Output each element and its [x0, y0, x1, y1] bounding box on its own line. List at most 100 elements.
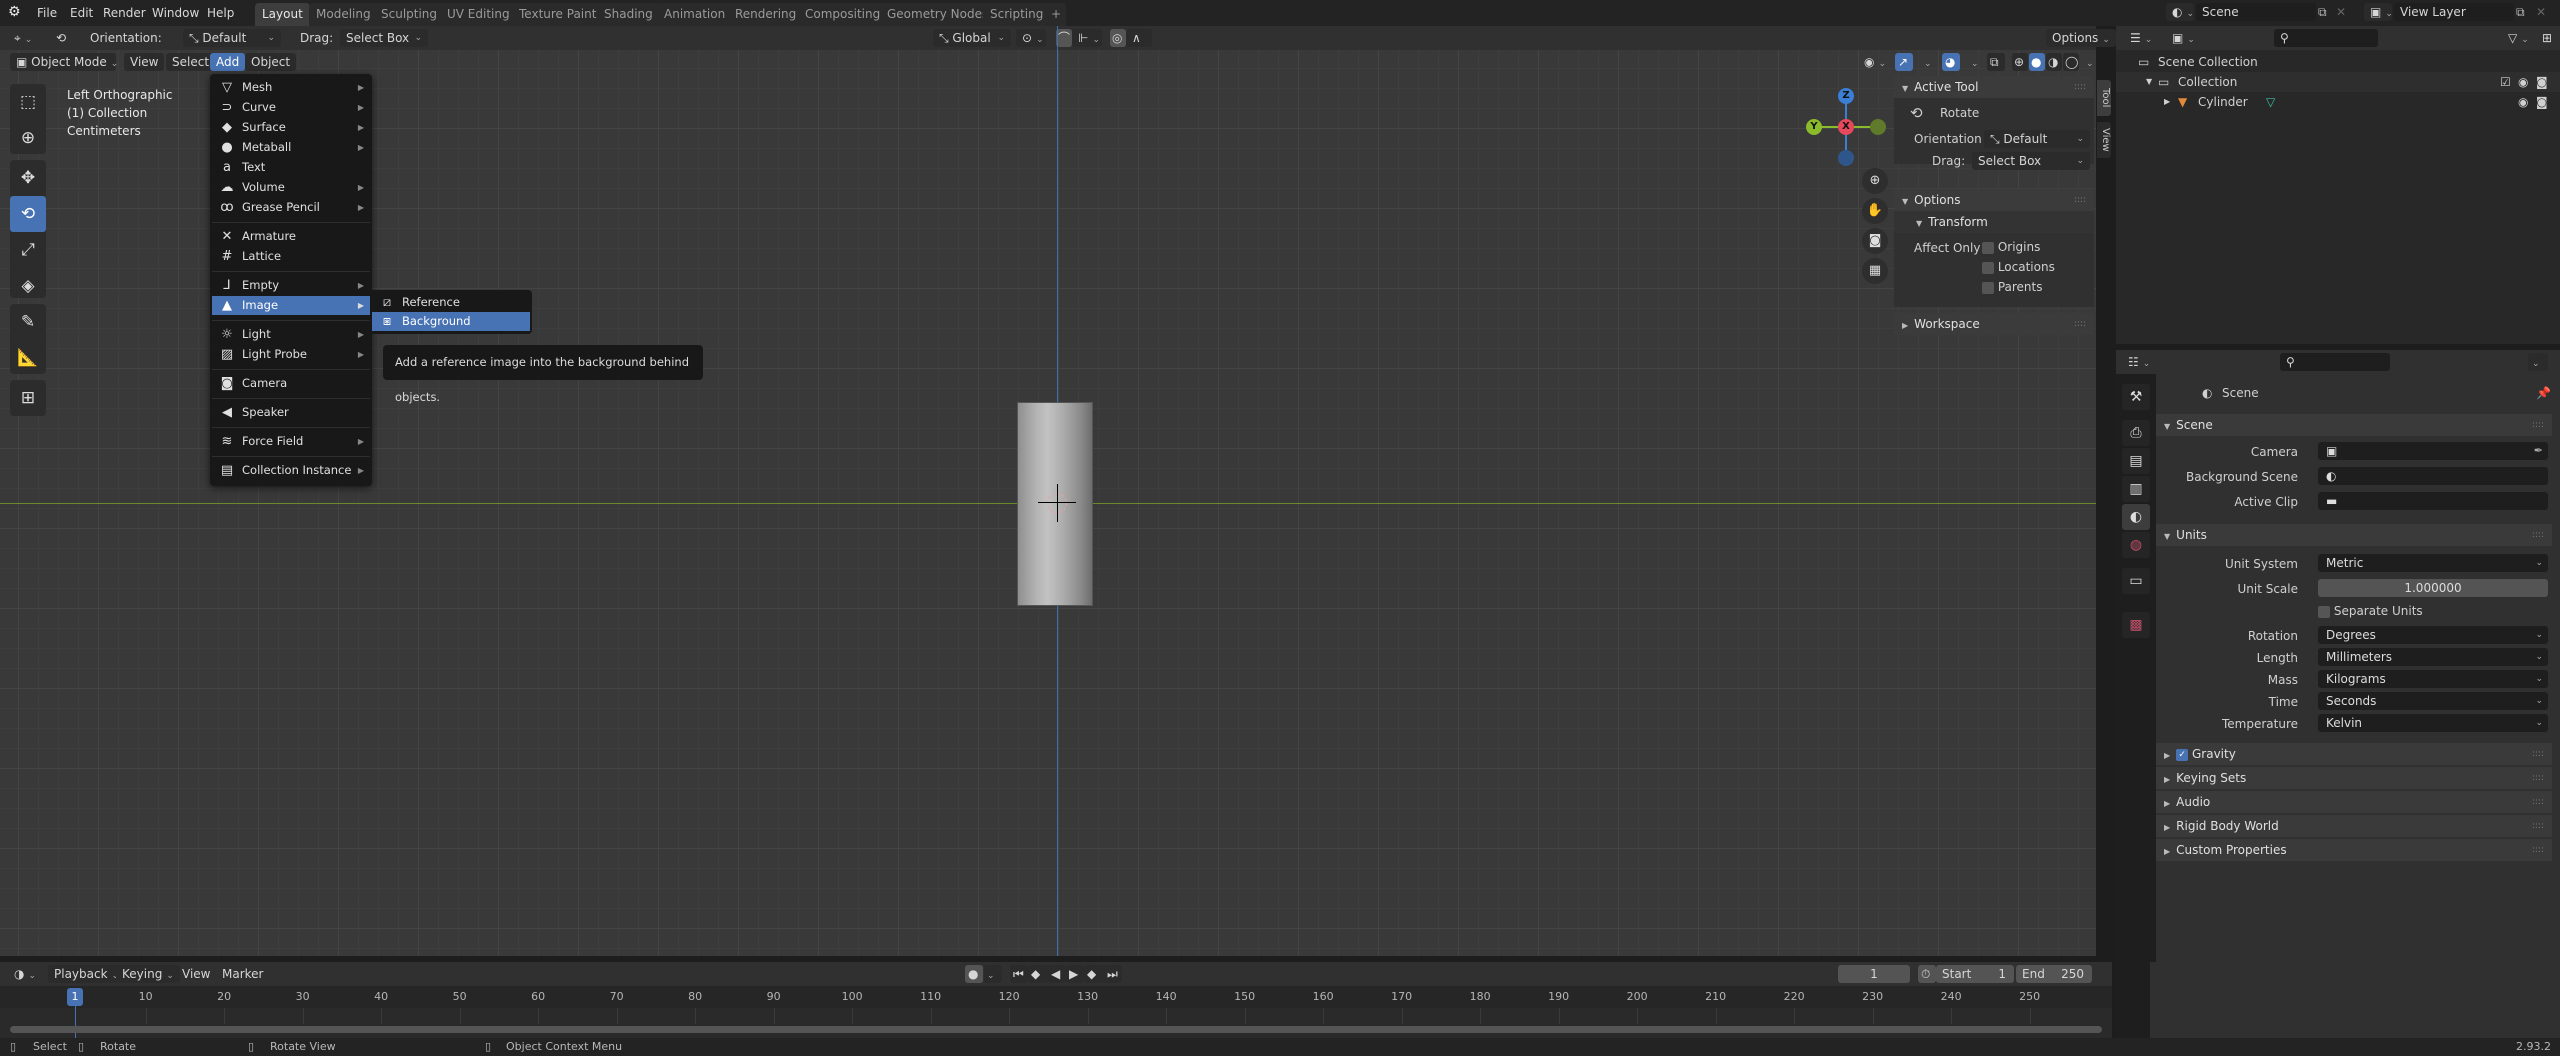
xray-toggle-icon[interactable]: ⧉	[1987, 53, 2005, 71]
outliner-collection[interactable]: ▼ ▭ Collection ☑ ◉ ◙	[2116, 72, 2560, 92]
view-layer-name-field[interactable]: View Layer	[2394, 3, 2514, 21]
playhead[interactable]: 1	[67, 988, 83, 1006]
menu-help[interactable]: Help	[203, 4, 238, 22]
viewport-menu-object[interactable]: Object	[245, 53, 297, 71]
expand-collection-icon[interactable]: ▼	[2146, 72, 2152, 92]
workspace-header[interactable]: ▶ Workspace::::	[1894, 313, 2094, 335]
gizmo-neg-z-axis[interactable]	[1838, 150, 1854, 166]
pin-icon[interactable]: 📌	[2536, 386, 2551, 400]
menu-file[interactable]: File	[33, 4, 61, 22]
cursor-icon[interactable]: ⊕	[10, 120, 46, 156]
tab-modeling[interactable]: Modeling	[309, 3, 378, 26]
viewport-menu-view[interactable]: View	[124, 53, 165, 71]
audio-section-header[interactable]: ▶ Audio::::	[2156, 791, 2552, 813]
options-dropdown[interactable]: Options ⌄	[2046, 29, 2116, 47]
prev-keyframe-icon[interactable]: ◆	[1028, 965, 1048, 983]
add-menu-camera[interactable]: ◙ Camera	[212, 374, 370, 393]
select-box-icon[interactable]: ⬚	[10, 84, 46, 120]
menu-edit[interactable]: Edit	[66, 4, 97, 22]
exclude-checkbox-icon[interactable]: ☑	[2500, 72, 2511, 92]
menu-render[interactable]: Render	[99, 4, 150, 22]
gizmo-toggle-icon[interactable]: ↗	[1895, 53, 1913, 71]
world-properties-tab-icon[interactable]: ◍	[2122, 532, 2150, 558]
tab-layout[interactable]: Layout	[255, 3, 310, 26]
transform-icon[interactable]: ◈	[10, 268, 46, 304]
timeline-view-menu[interactable]: View	[176, 965, 216, 983]
add-menu-surface[interactable]: ◆ Surface ▶	[212, 118, 370, 137]
current-frame-field[interactable]: 1	[1838, 965, 1910, 983]
add-menu-volume[interactable]: ☁ Volume ▶	[212, 178, 370, 197]
falloff-icon[interactable]: ∧	[1126, 29, 1152, 47]
tab-scripting[interactable]: Scripting	[983, 3, 1051, 26]
play-reverse-icon[interactable]: ◀	[1048, 965, 1066, 983]
overlay-dropdown-icon[interactable]: ⌄	[1961, 53, 1985, 71]
custom-properties-section-header[interactable]: ▶ Custom Properties::::	[2156, 839, 2552, 861]
wireframe-shading-icon[interactable]: ⊕	[2012, 53, 2028, 71]
add-menu-curve[interactable]: ⊃ Curve ▶	[212, 98, 370, 117]
add-cube-icon[interactable]: ⊞	[10, 380, 46, 416]
play-icon[interactable]: ▶	[1066, 965, 1084, 983]
marker-menu[interactable]: Marker	[216, 965, 269, 983]
move-icon[interactable]: ✥	[10, 160, 46, 196]
keying-sets-section-header[interactable]: ▶ Keying Sets::::	[2156, 767, 2552, 789]
tab-animation[interactable]: Animation	[657, 3, 733, 26]
collection-properties-tab-icon[interactable]: ▭	[2122, 568, 2150, 594]
add-menu-grease-pencil[interactable]: ꝏ Grease Pencil ▶	[212, 198, 370, 217]
proportional-edit-icon[interactable]: ◎	[1110, 29, 1126, 47]
length-dropdown[interactable]: Millimeters ⌄	[2318, 648, 2548, 666]
pivot-point-icon[interactable]: ⊙ ⌄	[1016, 29, 1046, 47]
mass-dropdown[interactable]: Kilograms ⌄	[2318, 670, 2548, 688]
output-properties-tab-icon[interactable]: ▤	[2122, 448, 2150, 474]
blender-logo-icon[interactable]: ⚙	[8, 4, 21, 20]
rotation-dropdown[interactable]: Degrees ⌄	[2318, 626, 2548, 644]
snap-toggle-icon[interactable]: ⌒	[1056, 29, 1072, 47]
jump-end-icon[interactable]: ⏭	[1104, 965, 1122, 983]
shading-dropdown-icon[interactable]: ⌄	[2080, 53, 2096, 71]
image-submenu-background[interactable]: ⧆ Background	[372, 312, 530, 331]
gizmo-z-axis[interactable]: Z	[1838, 88, 1854, 104]
eyedropper-icon[interactable]: ✒	[2534, 442, 2543, 460]
tab-compositing[interactable]: Compositing	[798, 3, 888, 26]
measure-icon[interactable]: 📐	[10, 340, 46, 376]
mesh-data-icon[interactable]: ▽	[2266, 92, 2275, 112]
sidebar-tab-view[interactable]: View	[2097, 122, 2111, 158]
delete-view-layer-icon[interactable]: ✕	[2536, 5, 2546, 19]
new-scene-icon[interactable]: ⧉	[2318, 5, 2327, 20]
tab-rendering[interactable]: Rendering	[728, 3, 804, 26]
add-menu-light-probe[interactable]: ▨ Light Probe ▶	[212, 345, 370, 364]
outliner-search-input[interactable]: ⚲	[2274, 29, 2378, 47]
texture-properties-tab-icon[interactable]: ▩	[2122, 612, 2150, 638]
add-menu-image[interactable]: ▲ Image ▶	[212, 296, 370, 315]
unit-scale-field[interactable]: 1.000000	[2318, 579, 2548, 597]
transform-orientation-dropdown[interactable]: ⤡ Global ⌄	[933, 29, 1011, 47]
timeline-scrollbar[interactable]	[10, 1026, 2102, 1033]
scene-properties-tab-icon[interactable]: ◐	[2122, 504, 2150, 530]
add-menu-light[interactable]: ☼ Light ▶	[212, 325, 370, 344]
viewport-menu-select[interactable]: Select	[166, 53, 216, 71]
object-mode-dropdown[interactable]: ▣ Object Mode ⌄	[10, 53, 118, 71]
snap-target-icon[interactable]: ⊩ ⌄	[1072, 29, 1102, 47]
keying-menu[interactable]: Keying ⌄	[116, 965, 180, 983]
tool-properties-tab-icon[interactable]: ⚒	[2122, 384, 2150, 410]
scale-icon[interactable]: ⤢	[10, 232, 46, 268]
menu-window[interactable]: Window	[148, 4, 203, 22]
add-menu-armature[interactable]: ✕ Armature	[212, 227, 370, 246]
unit-system-dropdown[interactable]: Metric ⌄	[2318, 554, 2548, 572]
zoom-icon[interactable]: ⊕	[1862, 168, 1888, 194]
add-menu-speaker[interactable]: ◀ Speaker	[212, 403, 370, 422]
viewport-menu-add[interactable]: Add	[210, 53, 246, 71]
image-submenu-reference[interactable]: ⧄ Reference	[372, 293, 530, 312]
parents-checkbox[interactable]: Parents	[1982, 280, 2043, 294]
gravity-section-header[interactable]: ▶ ✓ Gravity::::	[2156, 743, 2552, 765]
tab-uv-editing[interactable]: UV Editing	[440, 3, 517, 26]
tab-sculpting[interactable]: Sculpting	[374, 3, 445, 26]
expand-object-icon[interactable]: ▶	[2164, 92, 2170, 112]
gizmo-dropdown-icon[interactable]: ⌄	[1914, 53, 1938, 71]
material-shading-icon[interactable]: ◑	[2046, 53, 2062, 71]
new-view-layer-icon[interactable]: ⧉	[2516, 5, 2525, 20]
overlay-toggle-icon[interactable]: ◕	[1942, 53, 1960, 71]
jump-start-icon[interactable]: ⏮	[1010, 965, 1028, 983]
locations-checkbox[interactable]: Locations	[1982, 260, 2055, 274]
tab-shading[interactable]: Shading	[597, 3, 660, 26]
visibility-eye-icon[interactable]: ◉	[2518, 72, 2528, 92]
